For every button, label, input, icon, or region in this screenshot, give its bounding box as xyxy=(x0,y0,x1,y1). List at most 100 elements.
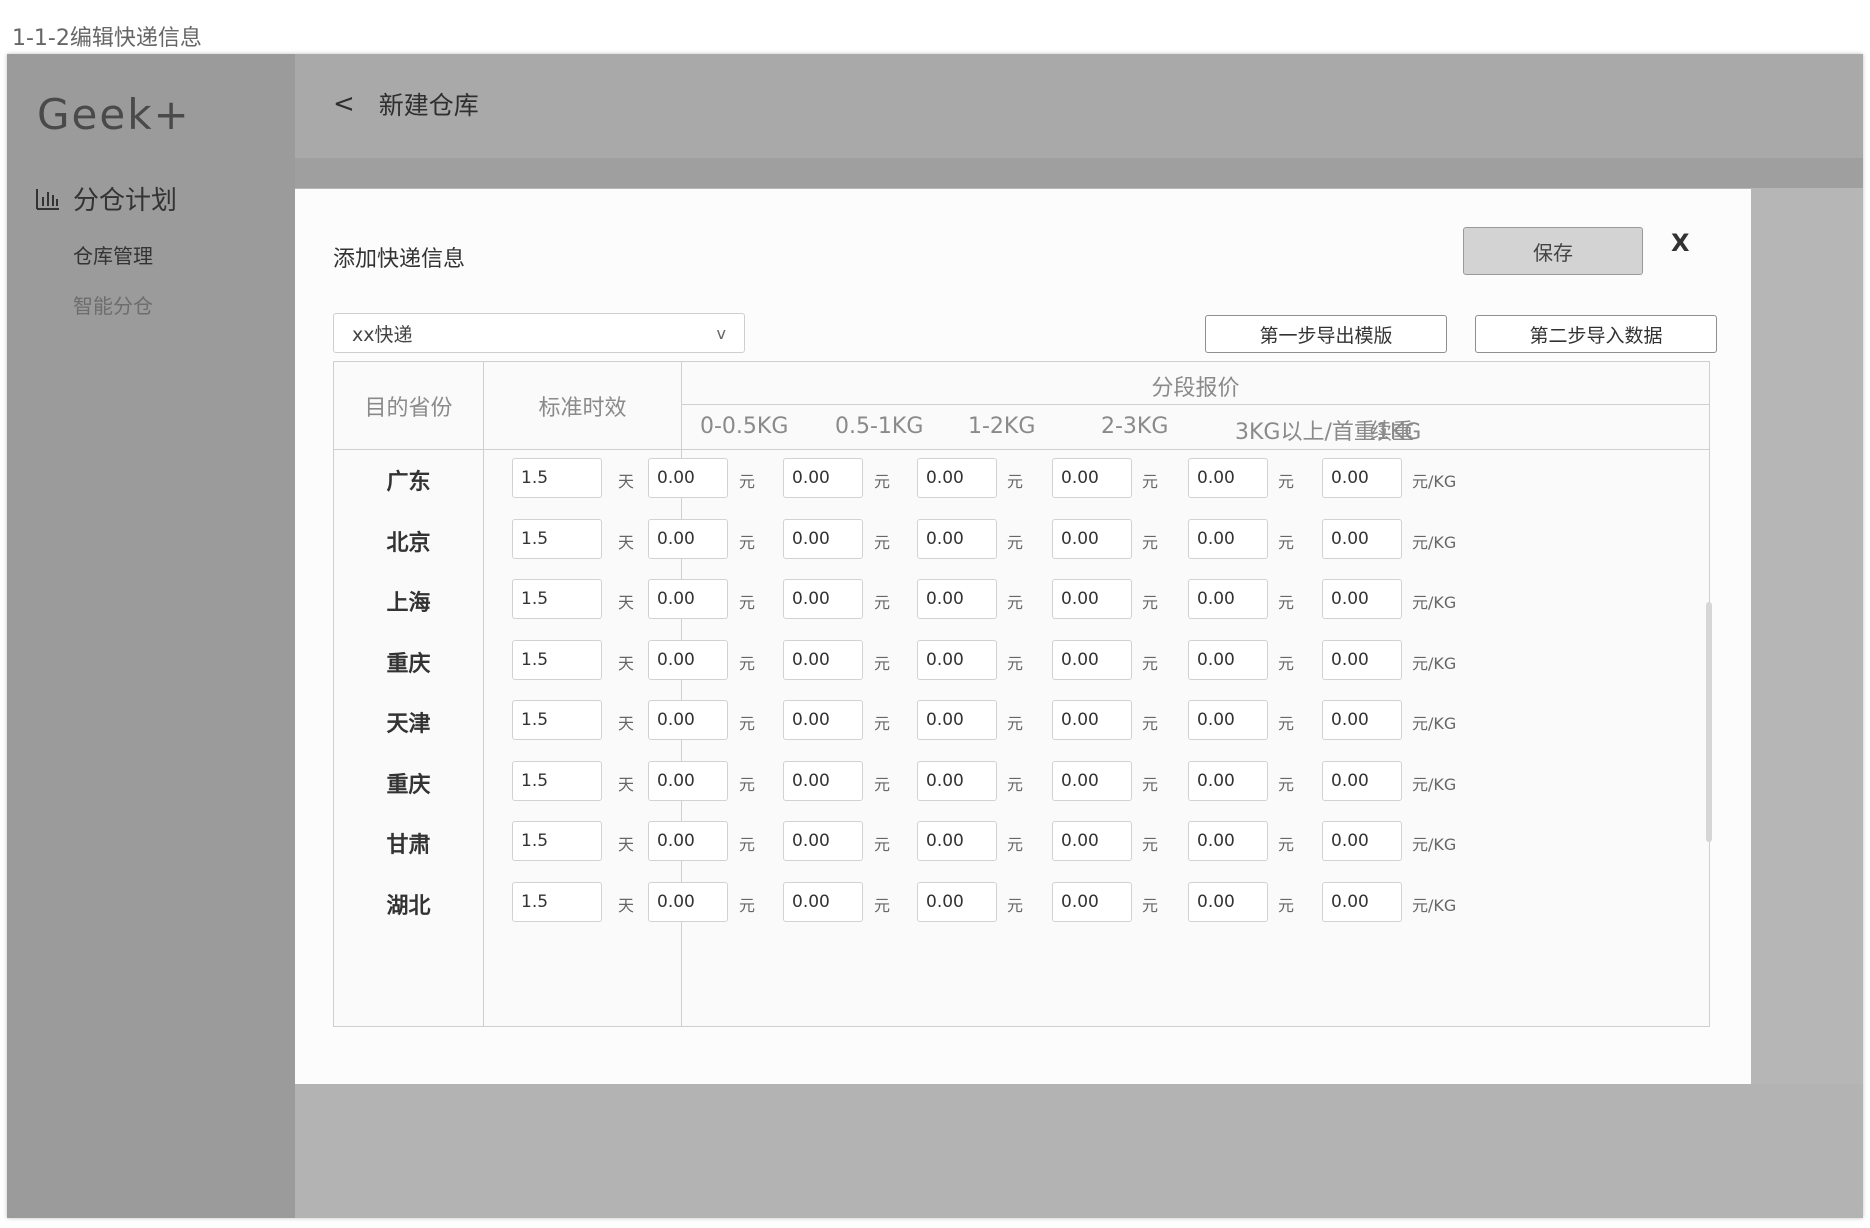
price-input[interactable]: 0.00 xyxy=(783,639,863,680)
price-input[interactable]: 0.00 xyxy=(917,700,997,740)
price-input[interactable]: 0.00 xyxy=(1052,458,1132,498)
price-input[interactable]: 0.00 xyxy=(783,881,863,922)
per-kg-unit: 元/KG xyxy=(1412,593,1457,612)
days-input[interactable]: 1.5 xyxy=(512,639,602,680)
price-input[interactable]: 0.00 xyxy=(1188,579,1268,619)
express-select[interactable]: xx快递 v xyxy=(333,313,745,353)
price-input[interactable]: 0.00 xyxy=(1188,760,1268,801)
price-input[interactable]: 0.00 xyxy=(917,639,997,680)
price-unit: 元 xyxy=(874,714,891,733)
close-icon[interactable]: X xyxy=(1671,229,1690,257)
province-name: 上海 xyxy=(386,591,431,616)
price-input[interactable]: 0.00 xyxy=(648,700,728,740)
express-select-value: xx快递 xyxy=(352,323,413,346)
price-unit: 元 xyxy=(1142,895,1159,915)
price-input[interactable]: 0.00 xyxy=(917,760,997,801)
province-name: 广东 xyxy=(386,470,431,495)
price-input[interactable]: 0.00 xyxy=(648,881,728,922)
day-unit: 天 xyxy=(618,593,635,612)
price-input[interactable]: 0.00 xyxy=(1188,639,1268,680)
price-input[interactable]: 0.00 xyxy=(783,821,863,861)
price-input[interactable]: 0.00 xyxy=(917,579,997,619)
price-input[interactable]: 0.00 xyxy=(1052,518,1132,559)
import-data-button[interactable]: 第二步导入数据 xyxy=(1475,315,1717,353)
price-unit: 元 xyxy=(1007,653,1024,673)
price-unit: 元 xyxy=(1278,714,1295,733)
content-background xyxy=(295,1084,1863,1218)
price-unit: 元 xyxy=(739,835,756,854)
price-input[interactable]: 0.00 xyxy=(917,518,997,559)
price-unit: 元 xyxy=(1007,835,1024,854)
price-input[interactable]: 0.00 xyxy=(917,881,997,922)
price-input[interactable]: 0.00 xyxy=(648,821,728,861)
price-input[interactable]: 0.00 xyxy=(1322,579,1402,619)
price-input[interactable]: 0.00 xyxy=(1322,458,1402,498)
table-row: 甘肃 1.5 天 0.00 元 0.00 元 0.00 元 0.00 元 0.00 元 0.00 元/KG xyxy=(334,813,1709,873)
back-icon[interactable]: < xyxy=(333,89,355,119)
price-unit: 元 xyxy=(1278,653,1295,673)
sidebar-item-warehouse-management[interactable]: 仓库管理 xyxy=(73,240,153,269)
price-input[interactable]: 0.00 xyxy=(1052,760,1132,801)
price-unit: 元 xyxy=(874,835,891,854)
days-input[interactable]: 1.5 xyxy=(512,821,602,861)
day-unit: 天 xyxy=(618,472,635,491)
price-input[interactable]: 0.00 xyxy=(1322,760,1402,801)
price-input[interactable]: 0.00 xyxy=(1322,881,1402,922)
price-input[interactable]: 0.00 xyxy=(783,700,863,740)
save-button[interactable]: 保存 xyxy=(1463,227,1643,275)
price-input[interactable]: 0.00 xyxy=(648,760,728,801)
price-input[interactable]: 0.00 xyxy=(1188,821,1268,861)
price-unit: 元 xyxy=(739,593,756,612)
price-unit: 元 xyxy=(739,895,756,915)
header-tier: 0.5-1KG xyxy=(835,414,924,439)
price-unit: 元 xyxy=(739,714,756,733)
page-title: 新建仓库 xyxy=(378,91,479,120)
table-row: 广东 1.5 天 0.00 元 0.00 元 0.00 元 0.00 元 0.00 元 0.00 元/KG xyxy=(334,450,1709,510)
province-name: 重庆 xyxy=(386,772,431,798)
price-input[interactable]: 0.00 xyxy=(1322,639,1402,680)
price-input[interactable]: 0.00 xyxy=(1188,700,1268,740)
price-unit: 元 xyxy=(1007,593,1024,612)
price-input[interactable]: 0.00 xyxy=(783,760,863,801)
table-row: 重庆 1.5 天 0.00 元 0.00 元 0.00 元 0.00 元 0.00 元 0.00 元/KG xyxy=(334,632,1709,692)
price-input[interactable]: 0.00 xyxy=(1322,518,1402,559)
export-template-button[interactable]: 第一步导出模版 xyxy=(1205,315,1447,353)
table-divider xyxy=(681,404,1709,405)
price-input[interactable]: 0.00 xyxy=(917,458,997,498)
price-input[interactable]: 0.00 xyxy=(648,579,728,619)
price-input[interactable]: 0.00 xyxy=(783,458,863,498)
table-scrollbar[interactable] xyxy=(1706,602,1712,842)
price-input[interactable]: 0.00 xyxy=(1052,821,1132,861)
price-input[interactable]: 0.00 xyxy=(1188,881,1268,922)
price-input[interactable]: 0.00 xyxy=(648,518,728,559)
price-input[interactable]: 0.00 xyxy=(648,458,728,498)
price-input[interactable]: 0.00 xyxy=(783,518,863,559)
chevron-down-icon: v xyxy=(716,323,726,343)
price-input[interactable]: 0.00 xyxy=(1188,458,1268,498)
nav-group-warehouse-plan[interactable]: 分仓计划 xyxy=(35,180,177,217)
days-input[interactable]: 1.5 xyxy=(512,881,602,922)
price-input[interactable]: 0.00 xyxy=(1052,579,1132,619)
price-input[interactable]: 0.00 xyxy=(1322,700,1402,740)
days-input[interactable]: 1.5 xyxy=(512,458,602,498)
price-input[interactable]: 0.00 xyxy=(648,639,728,680)
days-input[interactable]: 1.5 xyxy=(512,518,602,559)
province-name: 重庆 xyxy=(386,651,431,677)
days-input[interactable]: 1.5 xyxy=(512,760,602,801)
price-input[interactable]: 0.00 xyxy=(917,821,997,861)
sidebar-item-smart-allocation[interactable]: 智能分仓 xyxy=(73,290,153,319)
price-unit: 元 xyxy=(1007,472,1024,491)
price-input[interactable]: 0.00 xyxy=(1322,821,1402,861)
price-input[interactable]: 0.00 xyxy=(1052,881,1132,922)
days-input[interactable]: 1.5 xyxy=(512,579,602,619)
table-row: 湖北 1.5 天 0.00 元 0.00 元 0.00 元 0.00 元 0.00 元 0.00 元/KG xyxy=(334,874,1709,934)
price-unit: 元 xyxy=(1278,835,1295,854)
days-input[interactable]: 1.5 xyxy=(512,700,602,740)
price-input[interactable]: 0.00 xyxy=(1052,639,1132,680)
price-unit: 元 xyxy=(874,653,891,673)
price-input[interactable]: 0.00 xyxy=(1188,518,1268,559)
price-input[interactable]: 0.00 xyxy=(1052,700,1132,740)
table-row: 重庆 1.5 天 0.00 元 0.00 元 0.00 元 0.00 元 0.00 元 0.00 元/KG xyxy=(334,753,1709,813)
price-table: 目的省份 标准时效 分段报价 0-0.5KG 0.5-1KG 1-2KG 2-3KG 3… xyxy=(333,361,1710,1027)
price-input[interactable]: 0.00 xyxy=(783,579,863,619)
